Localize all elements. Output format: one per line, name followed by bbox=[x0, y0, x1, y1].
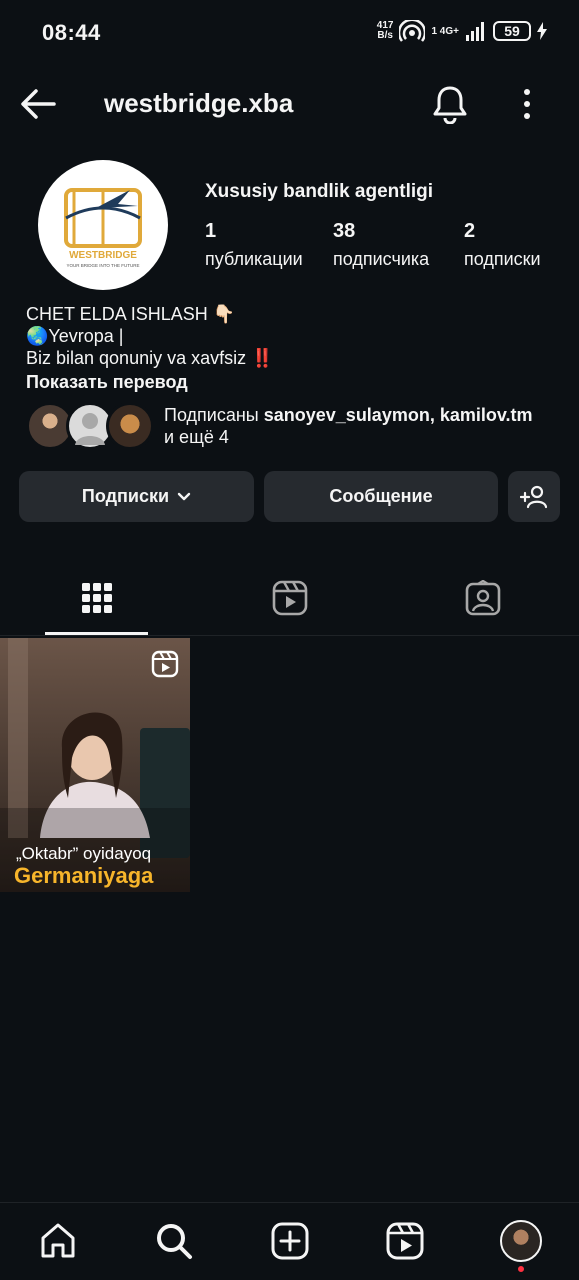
net-speed: 417 B/s bbox=[376, 20, 394, 41]
stat-posts-label: публикации bbox=[205, 249, 303, 269]
grid-icon bbox=[81, 583, 112, 613]
bell-icon[interactable] bbox=[432, 84, 468, 124]
message-button[interactable]: Сообщение bbox=[264, 471, 498, 522]
westbridge-logo: WESTBRIDGE YOUR BRIDGE INTO THE FUTURE bbox=[64, 188, 142, 268]
profile-tabs bbox=[0, 560, 579, 636]
tagged-icon bbox=[465, 580, 500, 616]
create-icon bbox=[271, 1222, 309, 1260]
header-username: westbridge.xba bbox=[104, 88, 294, 118]
reels-icon bbox=[386, 1222, 424, 1260]
profile-full-name: Xususiy bandlik agentligi bbox=[205, 181, 434, 202]
hotspot-icon bbox=[399, 20, 426, 42]
signal-label: 1 4G+ bbox=[431, 25, 459, 37]
stat-following[interactable]: 2 подписки bbox=[464, 220, 541, 270]
followed-by-names: sanoyev_sulaymon, kamilov.tm bbox=[263, 405, 533, 425]
followed-by-more: и ещё 4 bbox=[164, 427, 229, 447]
show-translation-link[interactable]: Показать перевод bbox=[26, 372, 188, 393]
nav-home[interactable] bbox=[36, 1219, 80, 1263]
chevron-down-icon bbox=[177, 492, 191, 500]
bio-line: 🌏Yevropa | bbox=[26, 326, 124, 346]
stat-followers[interactable]: 38 подписчика bbox=[333, 220, 429, 270]
post-caption-line1: „Oktabr” oyidayoq bbox=[16, 844, 152, 863]
profile-header: westbridge.xba bbox=[0, 76, 579, 132]
bio-line: Biz bilan qonuniy va xavfsiz ‼️ bbox=[26, 348, 274, 368]
reels-icon bbox=[272, 580, 307, 616]
reel-badge-icon bbox=[151, 650, 179, 678]
status-icons: 417 B/s 1 4G+ 59 bbox=[377, 20, 547, 42]
stat-followers-value: 38 bbox=[333, 220, 356, 242]
svg-text:YOUR BRIDGE INTO THE FUTURE: YOUR BRIDGE INTO THE FUTURE bbox=[66, 263, 139, 268]
charging-icon bbox=[537, 22, 547, 40]
nav-profile[interactable] bbox=[499, 1219, 543, 1263]
notification-dot bbox=[518, 1266, 524, 1272]
tab-tagged[interactable] bbox=[386, 560, 579, 636]
post-thumbnail[interactable]: „Oktabr” oyidayoq Germaniyaga bbox=[0, 638, 190, 892]
svg-text:WESTBRIDGE: WESTBRIDGE bbox=[69, 250, 137, 261]
tab-reels[interactable] bbox=[193, 560, 386, 636]
stat-posts-value: 1 bbox=[205, 220, 217, 242]
stat-posts[interactable]: 1 публикации bbox=[205, 220, 303, 270]
profile-avatar[interactable]: WESTBRIDGE YOUR BRIDGE INTO THE FUTURE bbox=[38, 160, 168, 290]
nav-search[interactable] bbox=[152, 1219, 196, 1263]
status-time: 08:44 bbox=[42, 20, 101, 45]
profile-avatar bbox=[500, 1220, 542, 1262]
stat-following-label: подписки bbox=[464, 249, 541, 269]
add-person-icon bbox=[520, 485, 548, 508]
search-icon bbox=[157, 1224, 192, 1259]
suggested-people-button[interactable] bbox=[508, 471, 560, 522]
status-bar: 08:44 417 B/s 1 4G+ 59 bbox=[0, 0, 579, 64]
home-icon bbox=[41, 1223, 75, 1258]
active-tab-indicator bbox=[45, 632, 148, 635]
more-options-icon[interactable] bbox=[516, 86, 538, 122]
signal-bars-icon bbox=[466, 22, 484, 41]
bottom-nav bbox=[0, 1202, 579, 1280]
stat-followers-label: подписчика bbox=[333, 249, 430, 269]
battery-indicator: 59 bbox=[493, 21, 531, 41]
follower-avatar bbox=[106, 402, 154, 450]
profile-bio: CHET ELDA ISHLASH 👇🏻 🌏Yevropa | Biz bila… bbox=[26, 303, 274, 369]
nav-reels[interactable] bbox=[383, 1219, 427, 1263]
back-arrow-icon[interactable] bbox=[18, 86, 58, 122]
stat-following-value: 2 bbox=[464, 220, 476, 242]
following-button[interactable]: Подписки bbox=[19, 471, 254, 522]
tab-posts-grid[interactable] bbox=[0, 560, 193, 636]
post-caption-line2: Germaniyaga bbox=[14, 863, 154, 888]
bio-line: CHET ELDA ISHLASH 👇🏻 bbox=[26, 304, 236, 324]
default-user-icon bbox=[75, 413, 105, 445]
followed-by-row[interactable]: Подписаны sanoyev_sulaymon, kamilov.tm и… bbox=[26, 400, 566, 452]
nav-create[interactable] bbox=[268, 1219, 312, 1263]
followed-by-text: Подписаны sanoyev_sulaymon, kamilov.tm и… bbox=[164, 405, 533, 447]
